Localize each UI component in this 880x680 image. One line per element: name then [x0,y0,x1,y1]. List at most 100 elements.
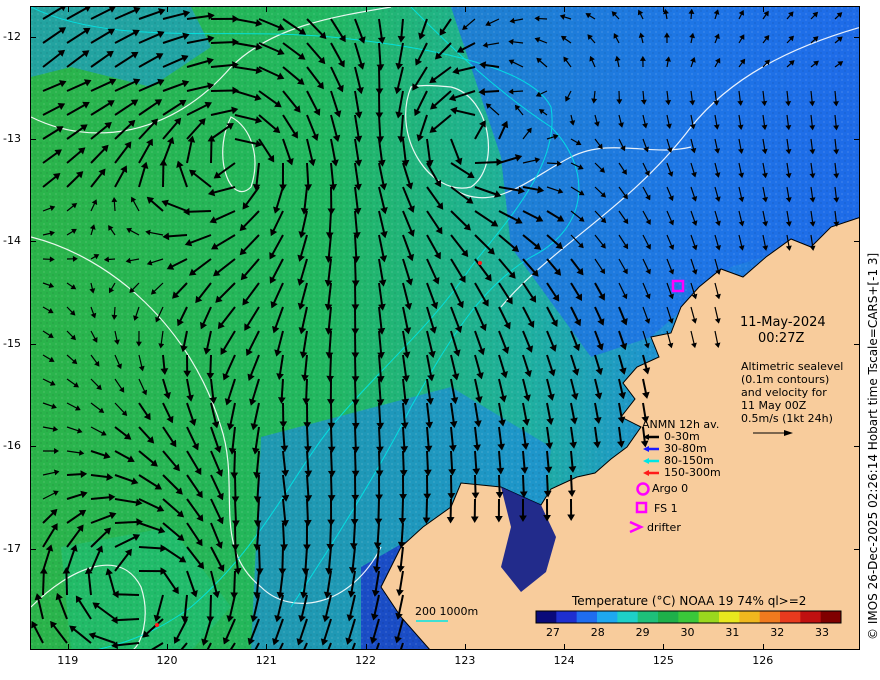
altimetry-line: 11 May 00Z [741,399,807,412]
y-tick-mark [30,446,36,448]
velocity-arrow [116,618,140,622]
velocity-arrow [256,474,260,498]
time-label: 00:27Z [758,331,805,346]
y-tick-mark [854,36,860,38]
altimetry-line: 0.5m/s (1kt 24h) [741,412,833,425]
velocity-arrow [378,426,381,448]
velocity-arrow [378,114,382,138]
x-tick-mark [663,644,665,650]
colorbar-segment [556,611,578,623]
velocity-arrow [498,474,501,493]
colorbar-segment [719,611,740,623]
velocity-arrow [330,450,333,472]
red-observation-dot [155,623,159,627]
velocity-arrow [209,594,212,618]
x-tick-label: 121 [255,654,277,667]
colorbar [535,610,842,624]
velocity-arrow [306,162,310,186]
velocity-arrow [474,161,498,164]
velocity-arrow [402,426,406,447]
x-tick-mark [365,6,367,12]
velocity-arrow [233,450,236,474]
x-tick-mark [762,644,764,650]
x-tick-mark [464,644,466,650]
x-tick-mark [67,6,69,12]
x-tick-mark [365,644,367,650]
velocity-arrow [114,520,138,524]
velocity-arrow [352,522,356,544]
velocity-arrow [546,162,558,165]
velocity-arrow [484,90,500,93]
x-tick-mark [167,6,168,12]
x-tick-mark [167,644,168,650]
velocity-arrow [330,426,333,448]
colorbar-segment [536,611,557,623]
x-tick-label: 125 [652,654,674,667]
velocity-arrow [113,306,116,316]
velocity-arrow [65,572,68,596]
y-tick-label: -12 [3,29,21,43]
velocity-arrow [234,498,237,522]
x-tick-label: 119 [57,654,79,667]
velocity-arrow [162,354,166,370]
velocity-arrow [329,354,332,377]
velocity-arrow [188,210,212,213]
colorbar-segment [576,611,598,623]
y-tick-mark [854,241,860,243]
colorbar-segment [780,611,801,623]
y-tick-label: -15 [3,336,21,350]
colorbar-segment [597,611,618,623]
velocity-arrow [280,378,284,398]
velocity-arrow [233,570,236,594]
x-tick-label: 124 [553,654,575,667]
velocity-arrow [354,426,357,448]
colorbar-segment [800,611,822,623]
velocity-arrow [498,450,502,469]
velocity-arrow [377,498,380,520]
velocity-arrow [330,474,333,496]
y-tick-label: -16 [3,439,21,453]
colorbar-segment [658,611,679,623]
sst-map [31,7,859,649]
y-tick-mark [854,139,860,141]
velocity-arrow [512,90,524,93]
y-tick-mark [854,548,860,550]
velocity-arrow [168,234,188,238]
colorbar-segment [637,611,659,623]
velocity-arrow [329,522,332,545]
velocity-arrow [522,474,525,493]
x-tick-mark [266,644,268,650]
velocity-arrow [113,201,116,212]
y-tick-label: -13 [3,132,21,146]
y-tick-mark [854,343,860,345]
y-tick-mark [30,36,36,38]
velocity-arrow [328,210,332,234]
colorbar-tick-label: 32 [770,626,785,639]
altimetry-info: Altimetric sealevel (0.1m contours) and … [741,360,843,425]
altimetry-line: Altimetric sealevel [741,360,844,373]
velocity-arrow [354,450,357,472]
fs-label: FS 1 [654,502,678,515]
velocity-arrow [402,450,405,471]
velocity-arrow [209,354,212,374]
velocity-arrow [378,402,382,424]
y-tick-mark [30,343,36,345]
credit-text: © IMOS 26-Dec-2025 02:26:14 Hobart time … [866,252,880,640]
velocity-arrow [378,450,381,472]
velocity-arrow [306,450,310,472]
velocity-arrow [426,450,429,471]
x-tick-label: 122 [355,654,377,667]
y-tick-mark [30,241,36,243]
argo-label: Argo 0 [652,482,689,495]
velocity-arrow [354,258,357,282]
x-tick-mark [564,644,566,650]
x-tick-label: 120 [156,654,178,667]
velocity-arrow [281,546,284,570]
x-tick-label: 126 [752,654,774,667]
velocity-arrow [118,593,140,596]
velocity-arrow [570,474,573,492]
colorbar-tick-label: 30 [680,626,695,639]
velocity-arrow [450,450,454,470]
x-tick-mark [464,6,466,12]
velocity-arrow [400,522,404,543]
